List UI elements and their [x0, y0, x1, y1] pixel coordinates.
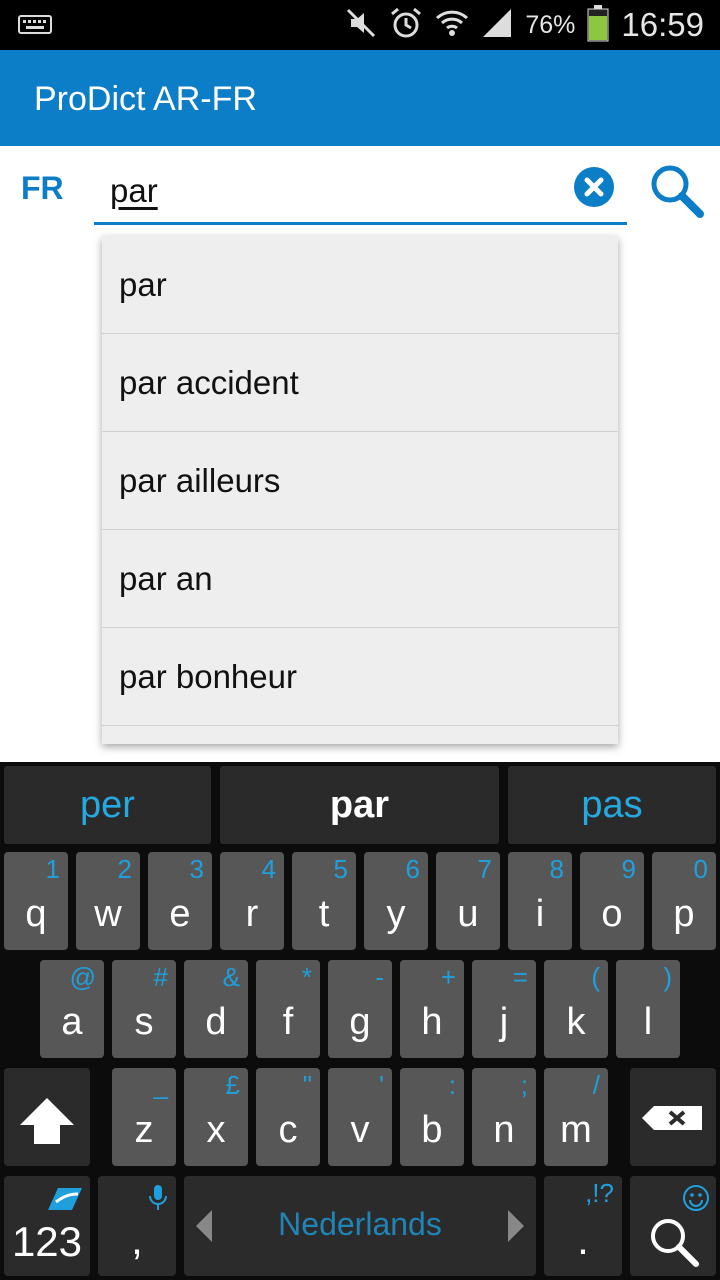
- app-bar: ProDict AR-FR: [0, 50, 720, 146]
- search-button[interactable]: [648, 162, 706, 220]
- key-t[interactable]: 5t: [292, 852, 356, 950]
- smiley-icon: [683, 1185, 709, 1211]
- key-b[interactable]: :b: [400, 1068, 464, 1166]
- battery-percent: 76%: [525, 10, 576, 39]
- close-icon: [584, 177, 604, 197]
- backspace-icon: [642, 1106, 702, 1130]
- key-a[interactable]: @ a: [40, 960, 104, 1058]
- key-v[interactable]: ' v: [328, 1068, 392, 1166]
- key-m[interactable]: / m: [544, 1068, 608, 1166]
- search-input-value[interactable]: par: [110, 172, 158, 210]
- word-suggestion-right[interactable]: pas: [508, 766, 716, 844]
- language-toggle[interactable]: FR: [21, 170, 64, 207]
- key-n[interactable]: ; n: [472, 1068, 536, 1166]
- word-suggestion-left[interactable]: per: [4, 766, 211, 844]
- comma-key[interactable]: ,: [98, 1176, 176, 1276]
- clear-search-button[interactable]: [574, 167, 614, 207]
- chevron-right-icon: [508, 1210, 524, 1242]
- key-x[interactable]: £ x: [184, 1068, 248, 1166]
- shift-arrow-icon: [20, 1098, 74, 1144]
- key-d[interactable]: & d: [184, 960, 248, 1058]
- key-j[interactable]: = j: [472, 960, 536, 1058]
- app-title: ProDict AR-FR: [34, 80, 257, 118]
- backspace-key[interactable]: [630, 1068, 716, 1166]
- keyboard: per par pas 1q 2w 3e 4r 5t 6y 7u 8i 9o 0…: [0, 762, 720, 1280]
- clock: 16:59: [621, 6, 704, 43]
- keyboard-notification-icon: [18, 13, 52, 40]
- list-item[interactable]: par accident: [102, 334, 618, 432]
- key-y[interactable]: 6y: [364, 852, 428, 950]
- status-bar: 76% 16:59: [0, 0, 720, 50]
- key-c[interactable]: " c: [256, 1068, 320, 1166]
- key-g[interactable]: -g: [328, 960, 392, 1058]
- key-q[interactable]: 1q: [4, 852, 68, 950]
- wifi-icon: [435, 6, 469, 45]
- autocomplete-dropdown: par par accident par ailleurs par an par…: [102, 236, 618, 744]
- microphone-icon: [149, 1185, 167, 1210]
- key-w[interactable]: 2w: [76, 852, 140, 950]
- numbers-key[interactable]: 123: [4, 1176, 90, 1276]
- battery-icon: [587, 4, 609, 47]
- key-u[interactable]: 7u: [436, 852, 500, 950]
- key-r[interactable]: 4r: [220, 852, 284, 950]
- word-suggestion-center[interactable]: par: [220, 766, 499, 844]
- key-z[interactable]: _ z: [112, 1068, 176, 1166]
- list-item[interactable]: par ailleurs: [102, 432, 618, 530]
- search-input[interactable]: par: [94, 160, 627, 225]
- list-item[interactable]: par bonheur: [102, 628, 618, 726]
- space-bar-language: Nederlands: [278, 1206, 442, 1242]
- key-e[interactable]: 3e: [148, 852, 212, 950]
- key-p[interactable]: 0p: [652, 852, 716, 950]
- alarm-icon: [389, 6, 423, 45]
- search-icon: [651, 1219, 699, 1267]
- key-h[interactable]: + h: [400, 960, 464, 1058]
- list-item[interactable]: par an: [102, 530, 618, 628]
- signal-icon: [481, 7, 513, 44]
- key-s[interactable]: # s: [112, 960, 176, 1058]
- key-f[interactable]: * f: [256, 960, 320, 1058]
- search-key[interactable]: [630, 1176, 716, 1276]
- shift-key[interactable]: [4, 1068, 90, 1166]
- space-bar[interactable]: Nederlands: [184, 1176, 536, 1276]
- key-i[interactable]: 8i: [508, 852, 572, 950]
- key-l[interactable]: ) l: [616, 960, 680, 1058]
- key-k[interactable]: (k: [544, 960, 608, 1058]
- list-item[interactable]: par: [102, 236, 618, 334]
- period-key[interactable]: ,!? .: [544, 1176, 622, 1276]
- swiftkey-logo-icon: [48, 1188, 82, 1210]
- search-icon: [651, 165, 704, 218]
- mute-icon: [345, 7, 377, 44]
- key-o[interactable]: 9o: [580, 852, 644, 950]
